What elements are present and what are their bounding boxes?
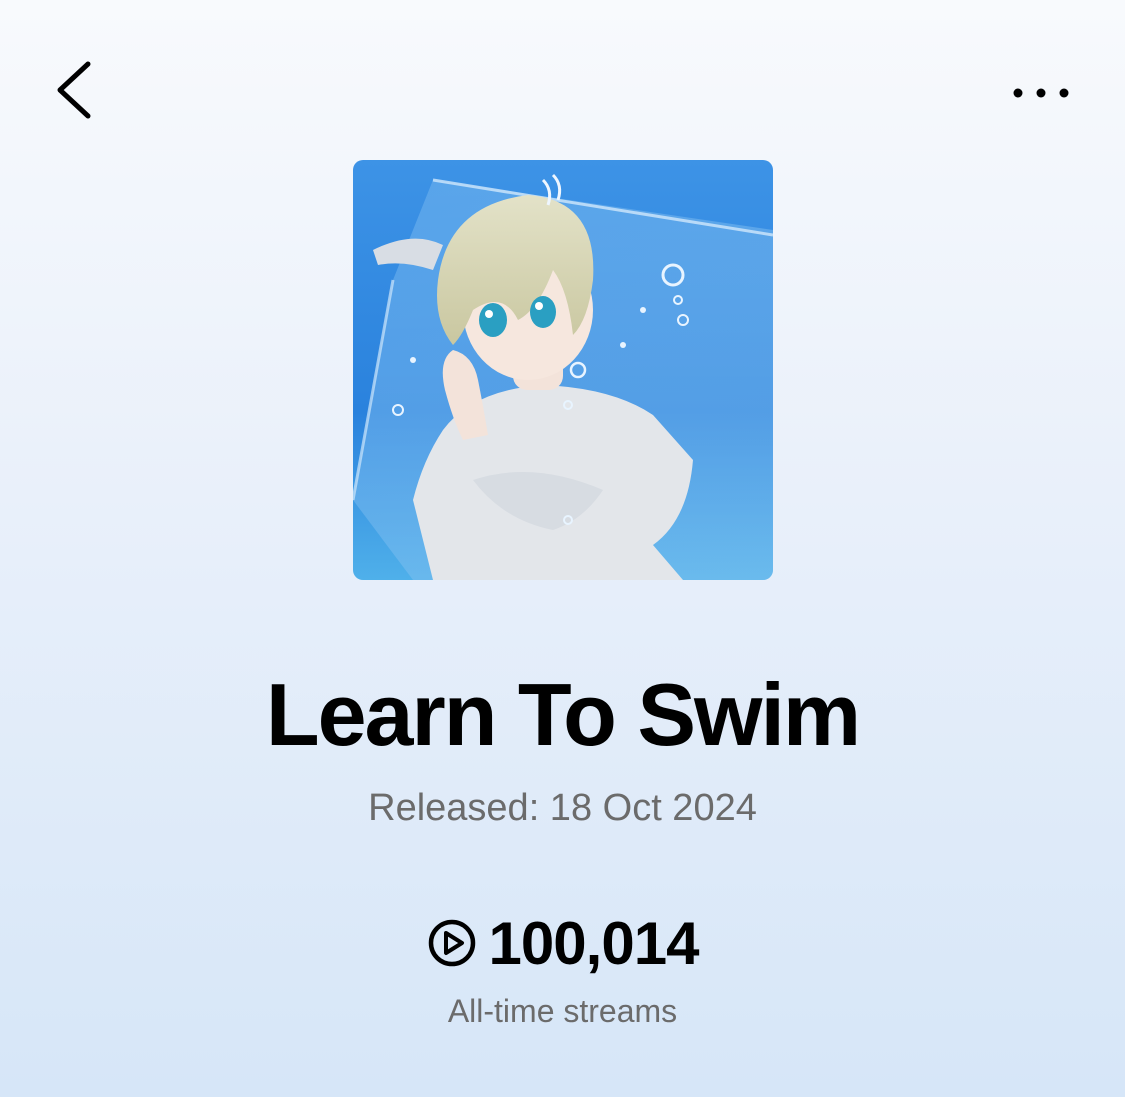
- track-title: Learn To Swim: [265, 665, 861, 764]
- chevron-left-icon: [57, 61, 91, 119]
- play-circle-icon: [428, 919, 475, 967]
- streams-row: 100,014: [0, 908, 1125, 978]
- streams-label: All-time streams: [447, 993, 678, 1029]
- cover-artwork: [353, 160, 773, 580]
- more-options-button[interactable]: [1000, 70, 1080, 116]
- streams-count: 100,014: [488, 909, 700, 977]
- release-date: Released: 18 Oct 2024: [368, 787, 757, 829]
- back-button[interactable]: [40, 54, 110, 124]
- more-horizontal-icon: [1013, 88, 1069, 98]
- album-cover: [353, 160, 773, 580]
